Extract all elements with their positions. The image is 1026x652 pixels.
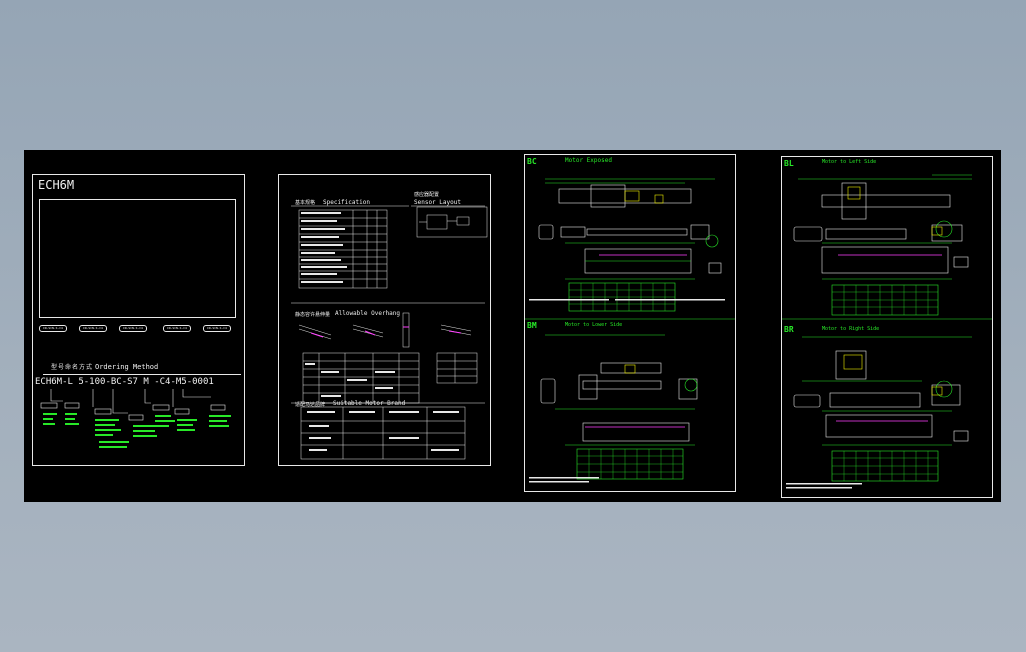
sheet-specification: 基本规格 Specification 感应器配置 Sensor Layout 静…: [278, 174, 491, 466]
sheet-cover: ECH6M CN-SCN-S-C4 CN-SCN-S-C4 CN-SCN-S-C…: [32, 174, 245, 466]
cad-model-space[interactable]: ECH6M CN-SCN-S-C4 CN-SCN-S-C4 CN-SCN-S-C…: [24, 150, 1001, 502]
motor-heading-cn: 适配马达品牌: [295, 401, 325, 408]
sheet-motor-side: BL Motor to Left Side BR Motor to Right …: [781, 156, 993, 498]
overhang-heading-cn: 静态容许悬伸量: [295, 311, 330, 318]
ordering-callouts: [40, 389, 231, 448]
sheet3-drawings: [525, 178, 735, 483]
overhang-heading-en: Allowable Overhang: [335, 310, 400, 317]
spec-drawings: 静态容许悬伸量 Allowable Overhang 适配马达品牌 Suitab…: [291, 205, 488, 460]
sheet-motor-exposed: BC Motor Exposed BM Motor to Lower Side: [524, 154, 736, 492]
motor-heading-en: Suitable Motor Brand: [333, 400, 406, 407]
sheet4-drawings: [782, 174, 992, 489]
